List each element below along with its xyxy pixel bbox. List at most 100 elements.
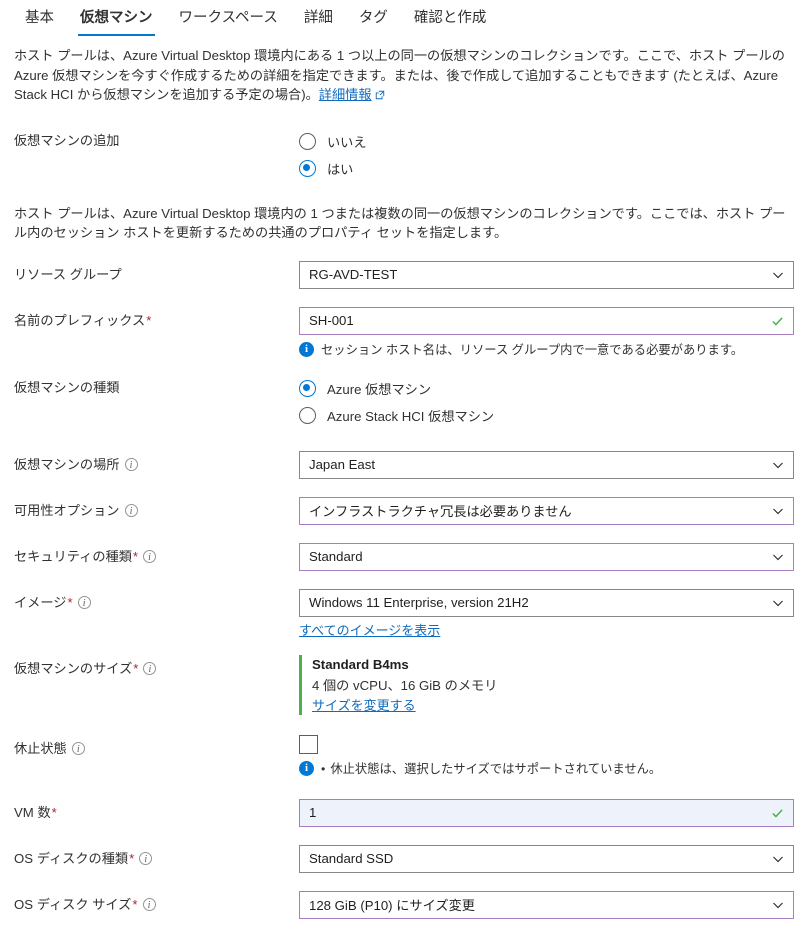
security-type-row: セキュリティの種類* Standard — [14, 542, 794, 571]
tab-review-create[interactable]: 確認と作成 — [401, 6, 500, 38]
os-disk-size-value: 128 GiB (P10) にサイズ変更 — [309, 898, 475, 913]
required-marker: * — [132, 896, 138, 912]
vm-count-row: VM 数* 1 — [14, 798, 794, 827]
add-vm-option-yes-label: はい — [327, 161, 354, 177]
vm-count-label-text: VM 数 — [14, 804, 51, 820]
tab-workspace-label: ワークスペース — [178, 10, 278, 26]
info-outline-icon[interactable] — [124, 503, 138, 520]
image-label: イメージ* — [14, 589, 299, 612]
required-marker: * — [132, 548, 139, 564]
os-disk-type-select[interactable]: Standard SSD — [299, 844, 794, 873]
external-link-icon — [375, 90, 384, 100]
chevron-down-icon — [773, 554, 783, 560]
info-circle-icon — [299, 341, 314, 357]
vm-count-value: 1 — [309, 805, 317, 820]
info-outline-icon[interactable] — [142, 897, 156, 914]
security-type-select[interactable]: Standard — [299, 542, 794, 571]
hibernate-label-text: 休止状態 — [14, 740, 67, 756]
add-vm-option-no-label: いいえ — [327, 134, 367, 150]
vm-location-select[interactable]: Japan East — [299, 450, 794, 479]
radio-selected-icon — [299, 379, 316, 397]
learn-more-link[interactable]: 詳細情報 — [319, 87, 372, 102]
availability-options-label: 可用性オプション — [14, 497, 299, 520]
info-outline-icon[interactable] — [143, 549, 157, 566]
see-all-images-link[interactable]: すべてのイメージを表示 — [299, 623, 440, 638]
os-disk-type-label-text: OS ディスクの種類 — [14, 850, 129, 866]
description-paragraph: ホスト プールは、Azure Virtual Desktop 環境内の 1 つま… — [14, 205, 786, 241]
form-content: ホスト プールは、Azure Virtual Desktop 環境内にある 1 … — [0, 46, 800, 919]
vm-size-label: 仮想マシンのサイズ* — [14, 655, 299, 678]
add-vm-option-no[interactable]: いいえ — [299, 128, 786, 155]
info-outline-icon[interactable] — [143, 661, 157, 678]
image-select[interactable]: Windows 11 Enterprise, version 21H2 — [299, 588, 794, 617]
add-vm-radio-group: いいえ はい — [299, 127, 786, 182]
tab-virtual-machines[interactable]: 仮想マシン — [67, 6, 166, 38]
name-prefix-label-text: 名前のプレフィックス — [14, 312, 146, 328]
tab-advanced[interactable]: 詳細 — [291, 6, 346, 38]
radio-unselected-icon — [299, 132, 316, 150]
availability-options-select[interactable]: インフラストラクチャ冗長は必要ありません — [299, 496, 794, 525]
tab-basics-label: 基本 — [25, 10, 54, 26]
security-type-label: セキュリティの種類* — [14, 543, 299, 566]
name-prefix-input[interactable]: SH-001 — [299, 306, 794, 335]
tab-tags-label: タグ — [358, 10, 388, 26]
hibernate-message: • 休止状態は、選択したサイズではサポートされていません。 — [299, 760, 786, 777]
availability-options-value: インフラストラクチャ冗長は必要ありません — [309, 504, 572, 519]
resource-group-select[interactable]: RG-AVD-TEST — [299, 260, 794, 289]
os-disk-type-value: Standard SSD — [309, 851, 394, 866]
intro-paragraph: ホスト プールは、Azure Virtual Desktop 環境内にある 1 … — [14, 46, 786, 105]
hibernate-label: 休止状態 — [14, 735, 299, 758]
info-outline-icon[interactable] — [124, 457, 138, 474]
os-disk-size-label: OS ディスク サイズ* — [14, 891, 299, 914]
vm-type-option-azure[interactable]: Azure 仮想マシン — [299, 375, 786, 402]
required-marker: * — [146, 312, 152, 328]
tab-workspace[interactable]: ワークスペース — [166, 6, 291, 38]
radio-unselected-icon — [299, 406, 316, 424]
vm-location-label-text: 仮想マシンの場所 — [14, 456, 120, 472]
hibernate-message-text: 休止状態は、選択したサイズではサポートされていません。 — [330, 761, 662, 776]
chevron-down-icon — [773, 272, 783, 278]
name-prefix-row: 名前のプレフィックス* SH-001 セッション ホスト名は、リソース グループ… — [14, 306, 794, 358]
info-outline-icon[interactable] — [71, 741, 85, 758]
vm-count-label: VM 数* — [14, 799, 299, 821]
vm-type-radio-group: Azure 仮想マシン Azure Stack HCI 仮想マシン — [299, 374, 786, 429]
info-outline-icon[interactable] — [139, 851, 153, 868]
vm-size-label-text: 仮想マシンのサイズ — [14, 660, 133, 676]
tab-tags[interactable]: タグ — [346, 6, 401, 38]
vm-type-option-azure-label: Azure 仮想マシン — [327, 381, 432, 397]
chevron-down-icon — [773, 462, 783, 468]
add-vm-option-yes[interactable]: はい — [299, 155, 786, 182]
change-size-link[interactable]: サイズを変更する — [312, 698, 416, 713]
resource-group-value: RG-AVD-TEST — [309, 267, 398, 282]
name-prefix-hint: セッション ホスト名は、リソース グループ内で一意である必要があります。 — [299, 341, 786, 358]
required-marker: * — [129, 850, 135, 866]
intro-text: ホスト プールは、Azure Virtual Desktop 環境内にある 1 … — [14, 48, 785, 102]
required-marker: * — [51, 804, 57, 820]
resource-group-row: リソース グループ RG-AVD-TEST — [14, 260, 794, 289]
os-disk-size-label-text: OS ディスク サイズ — [14, 896, 132, 912]
vm-type-option-stack-hci[interactable]: Azure Stack HCI 仮想マシン — [299, 402, 786, 429]
tab-advanced-label: 詳細 — [303, 10, 333, 26]
image-value: Windows 11 Enterprise, version 21H2 — [309, 595, 529, 610]
vm-location-row: 仮想マシンの場所 Japan East — [14, 450, 794, 479]
name-prefix-hint-text: セッション ホスト名は、リソース グループ内で一意である必要があります。 — [321, 342, 744, 357]
availability-options-label-text: 可用性オプション — [14, 502, 120, 518]
radio-selected-icon — [299, 159, 316, 177]
bullet-marker: • — [321, 761, 326, 776]
os-disk-size-select[interactable]: 128 GiB (P10) にサイズ変更 — [299, 890, 794, 919]
tab-basics[interactable]: 基本 — [12, 6, 67, 38]
chevron-down-icon — [773, 600, 783, 606]
vm-size-row: 仮想マシンのサイズ* Standard B4ms 4 個の vCPU、16 Gi… — [14, 654, 786, 715]
availability-options-row: 可用性オプション インフラストラクチャ冗長は必要ありません — [14, 496, 794, 525]
chevron-down-icon — [773, 902, 783, 908]
vm-location-value: Japan East — [309, 457, 375, 472]
checkmark-icon — [772, 316, 783, 326]
vm-count-input[interactable]: 1 — [299, 798, 794, 827]
hibernate-checkbox[interactable] — [299, 734, 318, 754]
image-label-text: イメージ — [14, 594, 67, 610]
security-type-value: Standard — [309, 549, 363, 564]
os-disk-type-label: OS ディスクの種類* — [14, 845, 299, 868]
tab-review-create-label: 確認と作成 — [413, 10, 487, 26]
info-outline-icon[interactable] — [77, 595, 91, 612]
vm-type-option-stack-hci-label: Azure Stack HCI 仮想マシン — [327, 408, 495, 424]
